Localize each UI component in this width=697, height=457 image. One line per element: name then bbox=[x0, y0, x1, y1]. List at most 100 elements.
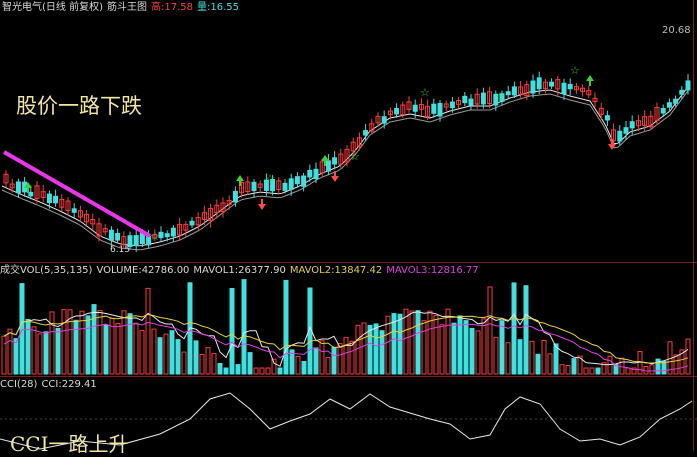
candle-body bbox=[412, 104, 418, 112]
star-marker-icon: ☆ bbox=[350, 150, 360, 163]
right-border bbox=[693, 0, 694, 451]
low-marker: 6.15 bbox=[110, 245, 131, 255]
volume-bar bbox=[313, 347, 319, 375]
mavol2-value: MAVOL2:13847.42 bbox=[289, 265, 383, 276]
candle-body bbox=[629, 121, 635, 129]
volume-bar bbox=[277, 367, 283, 375]
volume-bar bbox=[145, 287, 151, 375]
volume-bar bbox=[463, 320, 469, 375]
candle-body bbox=[189, 220, 195, 226]
candle-body bbox=[673, 98, 679, 104]
mavol1-value: MAVOL1:26377.90 bbox=[193, 265, 286, 276]
cci-note: CCI一路上升 bbox=[10, 432, 129, 456]
candle-body bbox=[294, 176, 300, 185]
candle-body bbox=[685, 80, 691, 91]
candle-body bbox=[567, 83, 573, 90]
volume-bar bbox=[7, 328, 13, 375]
volume-bar bbox=[151, 328, 157, 375]
volume-bar bbox=[439, 324, 445, 375]
volume-bar bbox=[259, 367, 265, 375]
candle-body bbox=[462, 95, 468, 104]
volume-bar bbox=[49, 311, 55, 375]
candle-body bbox=[437, 103, 443, 117]
star-marker-icon: ☆ bbox=[420, 86, 430, 99]
candle-body bbox=[71, 208, 77, 213]
volume-bar bbox=[127, 313, 133, 375]
volume-bar bbox=[541, 339, 547, 375]
volume-bar bbox=[247, 352, 253, 375]
volume-bar bbox=[685, 338, 691, 375]
volume-bar bbox=[559, 364, 565, 375]
volume-bar bbox=[301, 361, 307, 375]
star-marker-icon: ☆ bbox=[265, 172, 275, 185]
candle-body bbox=[679, 89, 685, 95]
candle-body bbox=[381, 116, 387, 124]
candle-body bbox=[232, 190, 238, 203]
volume-bar bbox=[19, 283, 25, 375]
volume-chart[interactable] bbox=[0, 276, 697, 376]
price-chart[interactable]: ☆ ☆ ☆ ☆ ☆ ☆ bbox=[0, 0, 697, 262]
star-marker-icon: ☆ bbox=[150, 230, 160, 243]
candle-body bbox=[449, 101, 455, 109]
volume-bar bbox=[229, 288, 235, 375]
mavol3-value: MAVOL3:12816.77 bbox=[386, 265, 479, 276]
candle-body bbox=[660, 108, 666, 114]
candle-body bbox=[363, 130, 369, 136]
volume-bar bbox=[571, 358, 577, 375]
candle-body bbox=[549, 81, 555, 87]
candle-body bbox=[561, 82, 567, 95]
candle-body bbox=[288, 178, 294, 190]
volume-bar bbox=[139, 330, 145, 375]
volume-bar bbox=[61, 309, 67, 375]
star-marker-icon: ☆ bbox=[570, 64, 580, 77]
candle-body bbox=[46, 193, 52, 204]
volume-bar bbox=[421, 320, 427, 375]
volume-bar bbox=[115, 322, 121, 375]
volume-bar bbox=[649, 364, 655, 375]
volume-bar bbox=[97, 310, 103, 375]
volume-bar bbox=[349, 340, 355, 375]
volume-bar bbox=[487, 286, 493, 375]
volume-bar bbox=[337, 343, 343, 375]
volume-bar bbox=[253, 367, 259, 375]
candle-body bbox=[282, 182, 288, 191]
volume-bar bbox=[85, 315, 91, 375]
buy-arrow-icon bbox=[236, 175, 244, 186]
vol-divider bbox=[0, 376, 697, 377]
volume-bar bbox=[451, 322, 457, 375]
volume-bar bbox=[565, 365, 571, 375]
volume-bar bbox=[475, 330, 481, 375]
volume-bar bbox=[295, 355, 301, 375]
volume-bar bbox=[361, 322, 367, 375]
volume-bar bbox=[325, 357, 331, 375]
volume-bar bbox=[625, 367, 631, 375]
candle-body bbox=[115, 232, 121, 241]
volume-bar bbox=[415, 310, 421, 375]
candle-body bbox=[394, 107, 400, 115]
candle-body bbox=[108, 229, 114, 241]
volume-bar bbox=[133, 322, 139, 375]
volume-bar bbox=[499, 320, 505, 375]
candle-body bbox=[505, 91, 511, 96]
volume-bar bbox=[199, 354, 205, 375]
volume-bar bbox=[223, 367, 229, 375]
candle-body bbox=[53, 195, 59, 204]
volume-bar bbox=[319, 340, 325, 375]
candle-body bbox=[313, 168, 319, 180]
candle-body bbox=[325, 160, 331, 172]
candle-body bbox=[530, 80, 536, 94]
candle-body bbox=[468, 98, 474, 106]
volume-bar bbox=[535, 353, 541, 375]
volume-bar bbox=[91, 304, 97, 375]
candle-body bbox=[170, 227, 176, 237]
volume-bar bbox=[493, 336, 499, 375]
volume-bar bbox=[469, 328, 475, 375]
volume-bar bbox=[505, 342, 511, 375]
volume-bar bbox=[283, 279, 289, 375]
candle-body bbox=[623, 127, 629, 134]
candle-body bbox=[332, 157, 338, 165]
vol-indicator-name[interactable]: 成交VOL(5,35,135) bbox=[0, 265, 92, 276]
volume-bar bbox=[103, 324, 109, 375]
candle-body bbox=[617, 130, 623, 142]
volume-value: VOLUME:42786.00 bbox=[96, 265, 190, 276]
